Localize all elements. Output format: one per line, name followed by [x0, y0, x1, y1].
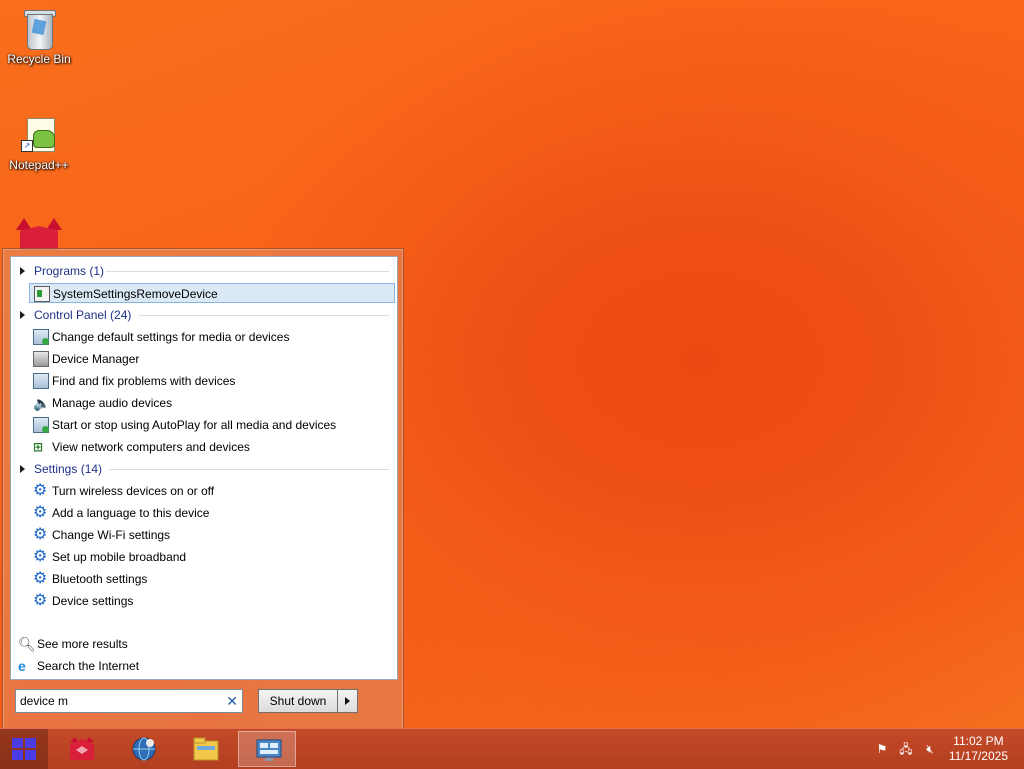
link-label: Search the Internet	[37, 659, 140, 673]
result-item-turn-wireless-devices[interactable]: ⚙ Turn wireless devices on or off	[29, 481, 395, 501]
action-center-flag-icon[interactable]: ⚑	[875, 742, 889, 756]
recycle-bin-icon	[19, 6, 59, 50]
divider	[109, 469, 389, 470]
result-item-systemsettingsremovedevice[interactable]: SystemSettingsRemoveDevice	[29, 283, 395, 303]
default-programs-icon	[33, 329, 49, 345]
result-item-change-default-settings[interactable]: Change default settings for media or dev…	[29, 327, 395, 347]
taskbar-app-red[interactable]	[52, 731, 110, 767]
system-clock[interactable]: 11:02 PM 11/17/2025	[949, 734, 1008, 764]
group-title: Settings (14)	[34, 462, 103, 476]
see-more-results-link[interactable]: 🔍︎ See more results	[16, 634, 316, 654]
expand-arrow-icon	[20, 267, 25, 275]
result-item-device-manager[interactable]: Device Manager	[29, 349, 395, 369]
control-panel-icon	[256, 739, 282, 761]
search-results-panel: Programs (1) SystemSettingsRemoveDevice …	[10, 256, 398, 680]
start-menu: Programs (1) SystemSettingsRemoveDevice …	[2, 248, 404, 730]
start-search-box[interactable]: ✕	[15, 689, 243, 713]
search-input[interactable]	[20, 692, 216, 710]
result-item-view-network-computers[interactable]: ⊞ View network computers and devices	[29, 437, 395, 457]
clock-date: 11/17/2025	[948, 749, 1008, 763]
result-item-device-settings[interactable]: ⚙ Device settings	[29, 591, 395, 611]
result-label: Turn wireless devices on or off	[52, 484, 215, 498]
group-title: Programs (1)	[34, 264, 105, 278]
notepad-plus-plus-icon: ↗	[19, 112, 59, 156]
shut-down-button[interactable]: Shut down	[258, 689, 338, 713]
group-header-control-panel[interactable]: Control Panel (24)	[11, 305, 397, 325]
desktop-icon-label: Recycle Bin	[7, 52, 71, 66]
red-app-desktop-icon[interactable]	[14, 214, 64, 250]
result-item-add-language[interactable]: ⚙ Add a language to this device	[29, 503, 395, 523]
desktop-icon-notepad-plus-plus[interactable]: ↗ Notepad++	[3, 112, 75, 172]
red-app-icon	[70, 737, 94, 760]
result-item-manage-audio-devices[interactable]: 🔈 Manage audio devices	[29, 393, 395, 413]
network-icon[interactable]: 🖧︎	[899, 742, 913, 756]
windows-logo-icon	[12, 738, 36, 760]
taskbar-app-control-panel[interactable]	[238, 731, 296, 767]
shut-down-options-button[interactable]	[337, 689, 358, 713]
application-icon	[34, 286, 50, 302]
result-item-change-wifi-settings[interactable]: ⚙ Change Wi-Fi settings	[29, 525, 395, 545]
gear-icon: ⚙	[33, 548, 48, 565]
divider	[106, 271, 389, 272]
gear-icon: ⚙	[33, 592, 48, 609]
search-icon: 🔍︎	[18, 636, 36, 652]
result-label: Manage audio devices	[52, 396, 173, 410]
search-the-internet-link[interactable]: e Search the Internet	[16, 656, 316, 676]
device-manager-icon	[33, 351, 49, 367]
result-label: View network computers and devices	[52, 440, 250, 454]
network-icon: ⊞	[33, 440, 44, 454]
internet-explorer-icon: e	[18, 658, 26, 674]
result-label: Device Manager	[52, 352, 140, 366]
result-label: Device settings	[52, 594, 134, 608]
result-label: Add a language to this device	[52, 506, 210, 520]
result-item-bluetooth-settings[interactable]: ⚙ Bluetooth settings	[29, 569, 395, 589]
result-label: Change default settings for media or dev…	[52, 330, 290, 344]
result-label: Change Wi-Fi settings	[52, 528, 171, 542]
gear-icon: ⚙	[33, 504, 48, 521]
desktop-icon-recycle-bin[interactable]: Recycle Bin	[3, 6, 75, 66]
troubleshoot-icon	[33, 373, 49, 389]
result-item-autoplay[interactable]: Start or stop using AutoPlay for all med…	[29, 415, 395, 435]
result-label: Bluetooth settings	[52, 572, 148, 586]
result-item-mobile-broadband[interactable]: ⚙ Set up mobile broadband	[29, 547, 395, 567]
autoplay-icon	[33, 417, 49, 433]
speaker-icon: 🔈	[33, 395, 51, 411]
result-label: Set up mobile broadband	[52, 550, 187, 564]
group-header-settings[interactable]: Settings (14)	[11, 459, 397, 479]
taskbar-app-file-explorer[interactable]	[176, 731, 234, 767]
result-item-find-fix-problems[interactable]: Find and fix problems with devices	[29, 371, 395, 391]
result-label: Start or stop using AutoPlay for all med…	[52, 418, 337, 432]
clock-time: 11:02 PM	[953, 734, 1004, 748]
gear-icon: ⚙	[33, 482, 48, 499]
desktop-icon-label: Notepad++	[9, 158, 69, 172]
volume-muted-icon[interactable]: 🔇︎	[923, 742, 937, 756]
taskbar-app-browser[interactable]	[114, 731, 172, 767]
expand-arrow-icon	[20, 465, 25, 473]
group-title: Control Panel (24)	[34, 308, 132, 322]
file-explorer-icon	[193, 737, 219, 761]
clear-search-icon[interactable]: ✕	[226, 693, 238, 709]
result-label: Find and fix problems with devices	[52, 374, 236, 388]
group-header-programs[interactable]: Programs (1)	[11, 261, 397, 281]
gear-icon: ⚙	[33, 570, 48, 587]
taskbar: ⚑ 🖧︎ 🔇︎ 11:02 PM 11/17/2025	[0, 728, 1024, 769]
result-label: SystemSettingsRemoveDevice	[53, 287, 218, 301]
divider	[139, 315, 389, 316]
gear-icon: ⚙	[33, 526, 48, 543]
expand-arrow-icon	[20, 311, 25, 319]
browser-icon	[132, 737, 156, 761]
link-label: See more results	[37, 637, 128, 651]
start-button[interactable]	[0, 729, 48, 769]
